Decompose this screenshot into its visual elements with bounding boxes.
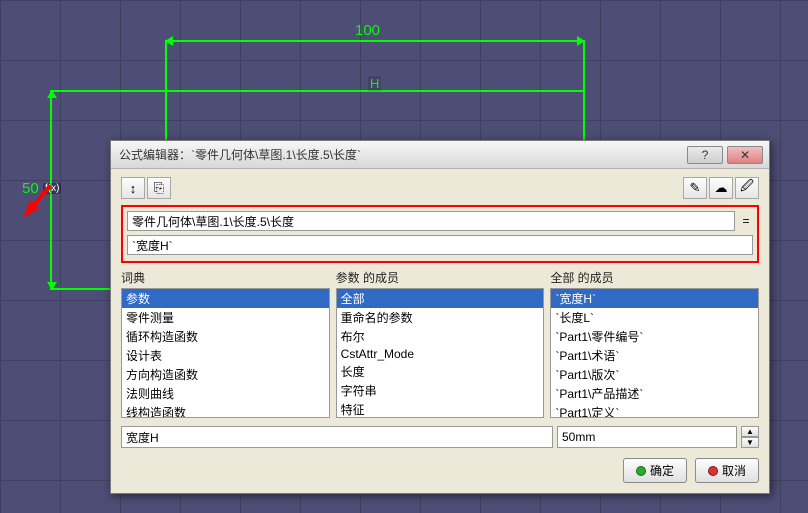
column-header-params: 参数 的成员 [336,269,545,286]
list-item[interactable]: 法则曲线 [122,384,329,403]
formula-highlight-box: = [121,205,759,263]
formula-expression-input[interactable] [127,235,753,255]
list-item[interactable]: 全部 [337,289,544,308]
list-item[interactable]: `Part1\定义` [551,403,758,418]
ok-button[interactable]: 确定 [623,458,687,483]
spinner-up-icon[interactable]: ▲ [741,426,759,437]
cancel-dot-icon [708,466,718,476]
list-item[interactable]: 循环构造函数 [122,327,329,346]
help-button[interactable]: ? [687,146,723,164]
list-item[interactable]: 布尔 [337,327,544,346]
spinner-down-icon[interactable]: ▼ [741,437,759,448]
dialog-title: 公式编辑器：`零件几何体\草图.1\长度.5\长度` [119,146,683,163]
ok-dot-icon [636,466,646,476]
all-members-listbox[interactable]: `宽度H``长度L``Part1\零件编号``Part1\术语``Part1\版… [550,288,759,418]
list-item[interactable]: 字符串 [337,381,544,400]
parameter-name-input[interactable] [121,426,553,448]
tool-import-icon[interactable]: ↕ [121,177,145,199]
ok-button-label: 确定 [650,462,674,479]
list-item[interactable]: `Part1\零件编号` [551,327,758,346]
cancel-button-label: 取消 [722,462,746,479]
list-item[interactable]: 设计表 [122,346,329,365]
tool-eraser-icon[interactable]: 🖉 [735,177,759,199]
value-spinner[interactable]: ▲ ▼ [741,426,759,448]
equals-label: = [739,214,753,228]
list-item[interactable]: 参数 [122,289,329,308]
tool-export-icon[interactable]: ⎘ [147,177,171,199]
list-item[interactable]: `Part1\术语` [551,346,758,365]
cancel-button[interactable]: 取消 [695,458,759,483]
column-header-dictionary: 词典 [121,269,330,286]
formula-path-input[interactable] [127,211,735,231]
dictionary-listbox[interactable]: 参数零件测量循环构造函数设计表方向构造函数法则曲线线构造函数列表 [121,288,330,418]
list-item[interactable]: `Part1\产品描述` [551,384,758,403]
list-item[interactable]: `Part1\版次` [551,365,758,384]
list-item[interactable]: `长度L` [551,308,758,327]
list-item[interactable]: 零件测量 [122,308,329,327]
param-members-listbox[interactable]: 全部重命名的参数布尔CstAttr_Mode长度字符串特征平面 [336,288,545,418]
formula-editor-dialog: 公式编辑器：`零件几何体\草图.1\长度.5\长度` ? ✕ ↕ ⎘ ✎ ☁ 🖉… [110,140,770,494]
tool-comment-icon[interactable]: ☁ [709,177,733,199]
list-item[interactable]: `宽度H` [551,289,758,308]
list-item[interactable]: CstAttr_Mode [337,346,544,362]
list-item[interactable]: 重命名的参数 [337,308,544,327]
tool-edit-icon[interactable]: ✎ [683,177,707,199]
parameter-value-input[interactable] [557,426,737,448]
list-item[interactable]: 方向构造函数 [122,365,329,384]
list-item[interactable]: 线构造函数 [122,403,329,418]
dialog-titlebar[interactable]: 公式编辑器：`零件几何体\草图.1\长度.5\长度` ? ✕ [111,141,769,169]
close-button[interactable]: ✕ [727,146,763,164]
list-item[interactable]: 长度 [337,362,544,381]
list-item[interactable]: 特征 [337,400,544,418]
column-header-all: 全部 的成员 [550,269,759,286]
